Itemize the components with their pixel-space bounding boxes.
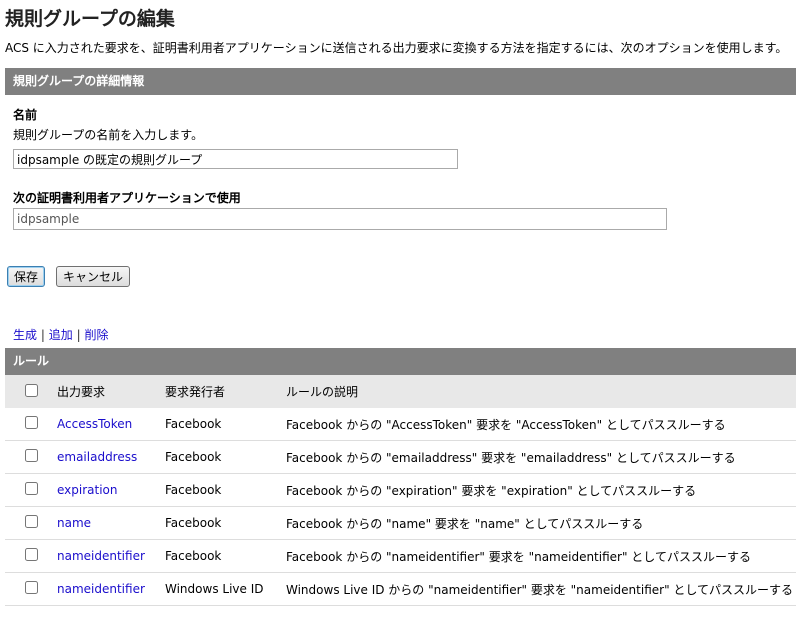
row-checkbox[interactable] bbox=[24, 416, 38, 429]
issuer-cell: Facebook bbox=[165, 506, 286, 540]
output-claim-link[interactable]: AccessToken bbox=[57, 417, 132, 431]
row-checkbox[interactable] bbox=[24, 515, 38, 528]
issuer-cell: Facebook bbox=[165, 408, 286, 441]
table-row: nameidentifier Facebook Facebook からの "na… bbox=[5, 539, 796, 573]
description-cell: Facebook からの "emailaddress" 要求を "emailad… bbox=[286, 440, 796, 474]
add-link[interactable]: 追加 bbox=[49, 328, 73, 342]
separator: | bbox=[76, 328, 81, 342]
table-header-row: 出力要求 要求発行者 ルールの説明 bbox=[5, 375, 796, 408]
table-row: emailaddress Facebook Facebook からの "emai… bbox=[5, 440, 796, 474]
description-cell: Facebook からの "nameidentifier" 要求を "namei… bbox=[286, 539, 796, 573]
description-cell: Windows Live ID からの "nameidentifier" 要求を… bbox=[286, 572, 796, 606]
table-row: name Facebook Facebook からの "name" 要求を "n… bbox=[5, 506, 796, 540]
relying-party-input[interactable] bbox=[13, 208, 667, 230]
rules-section-header: ルール bbox=[5, 348, 796, 375]
column-header-description: ルールの説明 bbox=[286, 375, 796, 408]
page-description: ACS に入力された要求を、証明書利用者アプリケーションに送信される出力要求に変… bbox=[5, 41, 788, 55]
output-claim-link[interactable]: nameidentifier bbox=[57, 549, 145, 563]
issuer-cell: Facebook bbox=[165, 440, 286, 474]
row-checkbox[interactable] bbox=[24, 581, 38, 594]
description-cell: Facebook からの "name" 要求を "name" としてパススルーす… bbox=[286, 506, 796, 540]
save-button[interactable]: 保存 bbox=[7, 266, 46, 287]
rule-actions: 生成 | 追加 | 削除 bbox=[13, 326, 108, 343]
name-label: 名前 bbox=[13, 108, 38, 122]
issuer-cell: Windows Live ID bbox=[165, 572, 286, 606]
select-all-checkbox[interactable] bbox=[24, 383, 38, 397]
description-cell: Facebook からの "AccessToken" 要求を "AccessTo… bbox=[286, 408, 796, 441]
table-row: AccessToken Facebook Facebook からの "Acces… bbox=[5, 408, 796, 441]
row-checkbox[interactable] bbox=[24, 449, 38, 462]
output-claim-link[interactable]: expiration bbox=[57, 483, 118, 497]
issuer-cell: Facebook bbox=[165, 473, 286, 507]
name-help-text: 規則グループの名前を入力します。 bbox=[13, 128, 204, 142]
row-checkbox[interactable] bbox=[24, 548, 38, 561]
name-input[interactable] bbox=[13, 149, 458, 169]
details-section-header: 規則グループの詳細情報 bbox=[5, 68, 796, 95]
generate-link[interactable]: 生成 bbox=[13, 328, 37, 342]
output-claim-link[interactable]: nameidentifier bbox=[57, 582, 145, 596]
table-row: nameidentifier Windows Live ID Windows L… bbox=[5, 572, 796, 606]
column-header-output: 出力要求 bbox=[57, 375, 165, 408]
column-header-issuer: 要求発行者 bbox=[165, 375, 286, 408]
cancel-button[interactable]: キャンセル bbox=[56, 266, 131, 287]
separator: | bbox=[40, 328, 45, 342]
rules-table: 出力要求 要求発行者 ルールの説明 AccessToken Facebook F… bbox=[5, 375, 796, 606]
output-claim-link[interactable]: emailaddress bbox=[57, 450, 137, 464]
relying-party-label: 次の証明書利用者アプリケーションで使用 bbox=[13, 191, 241, 205]
delete-link[interactable]: 削除 bbox=[84, 328, 108, 342]
page-title: 規則グループの編集 bbox=[5, 8, 175, 30]
row-checkbox[interactable] bbox=[24, 482, 38, 495]
description-cell: Facebook からの "expiration" 要求を "expiratio… bbox=[286, 473, 796, 507]
issuer-cell: Facebook bbox=[165, 539, 286, 573]
output-claim-link[interactable]: name bbox=[57, 516, 91, 530]
table-row: expiration Facebook Facebook からの "expira… bbox=[5, 473, 796, 507]
